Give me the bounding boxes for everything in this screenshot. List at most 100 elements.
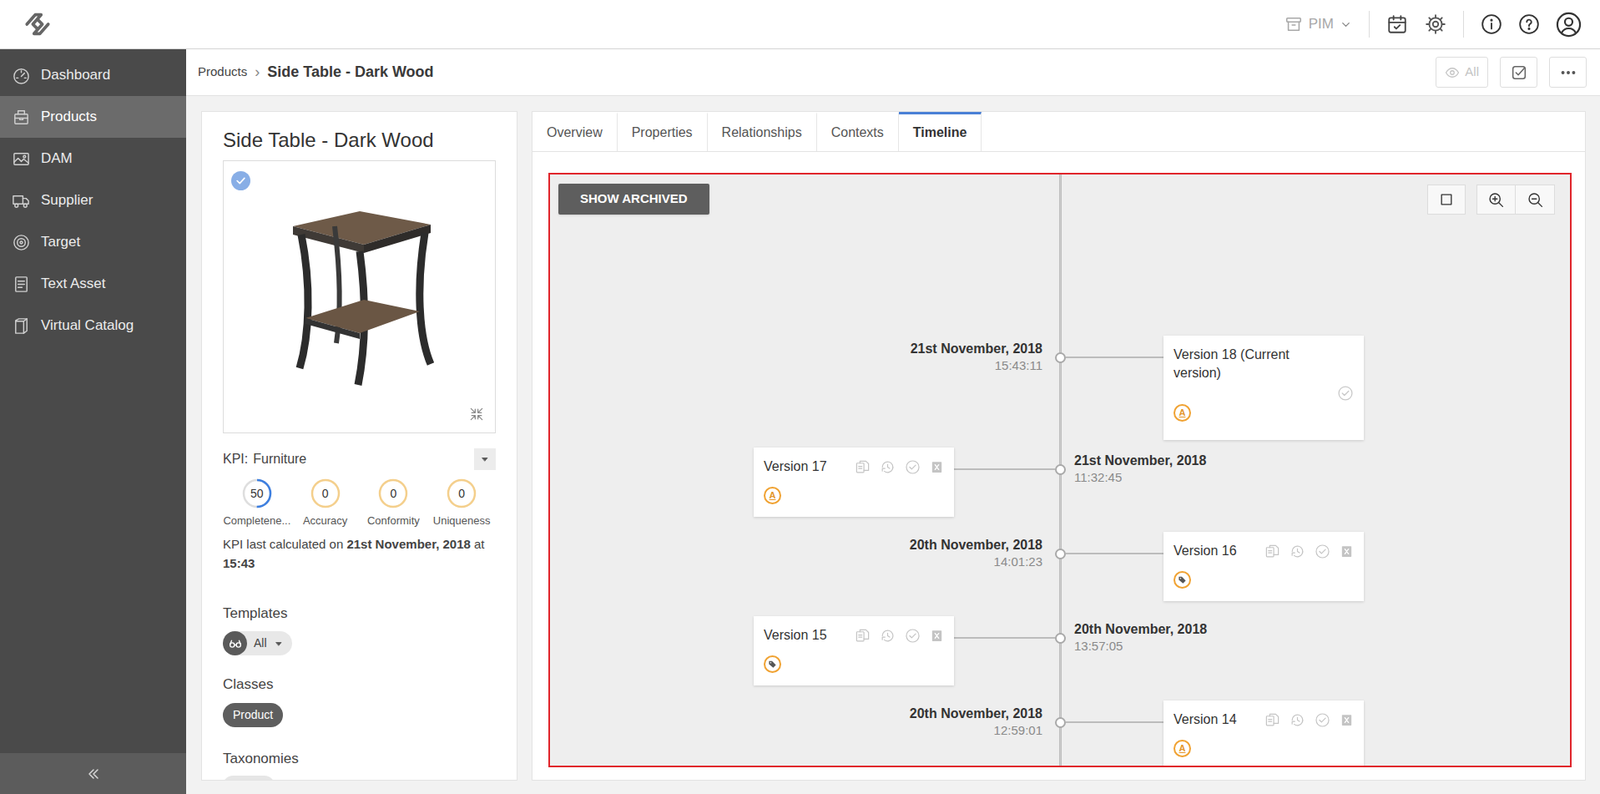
attribute-symbol: A bbox=[1179, 743, 1187, 753]
check-circle-icon[interactable] bbox=[1314, 711, 1331, 728]
glasses-icon bbox=[227, 635, 243, 652]
kpi-value: 0 bbox=[389, 484, 397, 503]
sidebar-item[interactable]: Virtual Catalog bbox=[0, 304, 187, 347]
tab[interactable]: Timeline bbox=[898, 111, 983, 152]
copy-icon[interactable] bbox=[1264, 711, 1281, 728]
restore-clock-icon[interactable] bbox=[1289, 543, 1306, 560]
collapse-button[interactable] bbox=[0, 752, 187, 794]
sidebar-item[interactable]: Text Asset bbox=[0, 262, 187, 305]
check-circle-icon[interactable] bbox=[904, 627, 921, 644]
logo-icon[interactable] bbox=[18, 10, 57, 39]
more-dots-icon bbox=[1559, 63, 1578, 82]
version-card[interactable]: Version 14A bbox=[1163, 700, 1364, 768]
kpi-ring: 0 bbox=[309, 477, 342, 510]
show-archived-button[interactable]: SHOW ARCHIVED bbox=[558, 183, 710, 215]
sidebar-item[interactable]: DAM bbox=[0, 137, 187, 180]
kpi-dropdown[interactable] bbox=[474, 448, 496, 470]
product-card: Side Table - Dark WoodKPI:Furniture50Com… bbox=[201, 111, 518, 781]
version-card[interactable]: Version 17A bbox=[753, 447, 954, 517]
view-filter-button[interactable]: All bbox=[1435, 56, 1489, 88]
dashboard-icon bbox=[11, 65, 31, 86]
tab[interactable]: Properties bbox=[617, 111, 708, 152]
restore-clock-icon[interactable] bbox=[879, 459, 896, 475]
divider bbox=[1368, 10, 1370, 38]
restore-clock-icon[interactable] bbox=[879, 627, 896, 644]
kpi-value: 50 bbox=[250, 484, 264, 503]
copy-icon[interactable] bbox=[1264, 543, 1281, 560]
timeline-node[interactable] bbox=[1054, 632, 1066, 644]
version-timestamp: 20th November, 201812:59:01 bbox=[909, 704, 1043, 739]
square-icon bbox=[1438, 191, 1455, 208]
zoom-in-button[interactable] bbox=[1477, 185, 1516, 214]
sidebar-item[interactable]: Products bbox=[0, 95, 187, 138]
sidebar-label[interactable]: Dashboard bbox=[40, 64, 111, 86]
review-button[interactable] bbox=[1499, 56, 1538, 88]
version-time: 12:59:01 bbox=[994, 721, 1043, 739]
version-actions bbox=[854, 457, 944, 475]
user-icon[interactable] bbox=[1555, 11, 1582, 38]
sidebar-item[interactable]: Supplier bbox=[0, 179, 187, 222]
zoom-out-button[interactable] bbox=[1515, 185, 1555, 214]
fit-button[interactable] bbox=[1427, 184, 1466, 215]
class-chip[interactable]: Product bbox=[222, 702, 283, 727]
copy-icon[interactable] bbox=[854, 627, 871, 644]
delete-icon[interactable] bbox=[1339, 544, 1354, 559]
help-icon[interactable] bbox=[1518, 13, 1540, 36]
taxonomy-chip[interactable] bbox=[222, 775, 275, 781]
sidebar-label[interactable]: Supplier bbox=[40, 189, 93, 212]
sidebar-item[interactable]: Dashboard bbox=[0, 54, 187, 96]
version-title: Version 18 (Current version) bbox=[1173, 345, 1323, 383]
sidebar-label[interactable]: DAM bbox=[40, 147, 73, 170]
version-actions bbox=[854, 625, 944, 644]
version-card[interactable]: Version 15 bbox=[753, 615, 954, 686]
gear-icon[interactable] bbox=[1424, 13, 1447, 36]
timeline-node[interactable] bbox=[1054, 716, 1066, 728]
calendar-check-icon[interactable] bbox=[1386, 13, 1409, 36]
delete-icon[interactable] bbox=[929, 628, 944, 643]
kpi-ring: 0 bbox=[445, 477, 478, 510]
sidebar-label[interactable]: Virtual Catalog bbox=[40, 314, 134, 337]
check-badge-icon bbox=[1509, 63, 1529, 82]
timeline-node[interactable] bbox=[1054, 548, 1066, 560]
kpi-value: 0 bbox=[458, 484, 465, 503]
kpi-ring: 50 bbox=[241, 477, 273, 510]
check-circle-icon[interactable] bbox=[904, 459, 921, 475]
attribute-symbol: A bbox=[1179, 408, 1187, 418]
taxonomies-label: Taxonomies bbox=[222, 747, 496, 770]
truck-icon bbox=[11, 191, 31, 211]
sidebar-label[interactable]: Target bbox=[40, 231, 81, 253]
more-button[interactable] bbox=[1549, 56, 1587, 88]
tab[interactable]: Relationships bbox=[707, 111, 818, 152]
image-select-checkbox[interactable] bbox=[231, 171, 251, 191]
kpi-metric-label: Uniqueness bbox=[433, 512, 491, 530]
check-circle-icon[interactable] bbox=[1337, 384, 1354, 402]
timeline-canvas[interactable]: SHOW ARCHIVED21st November, 201815:43:11… bbox=[548, 172, 1572, 768]
target-icon bbox=[11, 232, 31, 253]
copy-icon[interactable] bbox=[854, 459, 871, 475]
info-icon[interactable] bbox=[1480, 13, 1503, 36]
product-image[interactable] bbox=[222, 160, 496, 434]
module-switcher[interactable]: PIM bbox=[1284, 13, 1353, 36]
kpi-calc-middle: at bbox=[470, 536, 485, 551]
zoom-group bbox=[1476, 184, 1555, 215]
timeline-node[interactable] bbox=[1054, 464, 1066, 475]
compress-icon[interactable] bbox=[468, 405, 485, 423]
sidebar-label[interactable]: Products bbox=[40, 105, 97, 128]
tab[interactable]: Contexts bbox=[817, 111, 899, 152]
tab[interactable]: Overview bbox=[532, 111, 618, 152]
tag-icon bbox=[767, 659, 778, 669]
sidebar-item[interactable]: Target bbox=[0, 221, 187, 263]
check-circle-icon[interactable] bbox=[1314, 543, 1331, 560]
version-card[interactable]: Version 18 (Current version) A bbox=[1163, 335, 1364, 440]
timeline-node[interactable] bbox=[1054, 352, 1066, 364]
module-label[interactable]: PIM bbox=[1308, 13, 1334, 36]
change-badge bbox=[763, 655, 782, 673]
sidebar-label[interactable]: Text Asset bbox=[40, 272, 106, 295]
restore-clock-icon[interactable] bbox=[1289, 711, 1306, 728]
templates-selector[interactable]: All bbox=[222, 630, 293, 656]
delete-icon[interactable] bbox=[929, 459, 944, 475]
breadcrumb-item[interactable]: Products bbox=[197, 62, 248, 82]
image-icon bbox=[11, 149, 31, 169]
version-card[interactable]: Version 16 bbox=[1163, 531, 1364, 601]
delete-icon[interactable] bbox=[1339, 712, 1354, 727]
